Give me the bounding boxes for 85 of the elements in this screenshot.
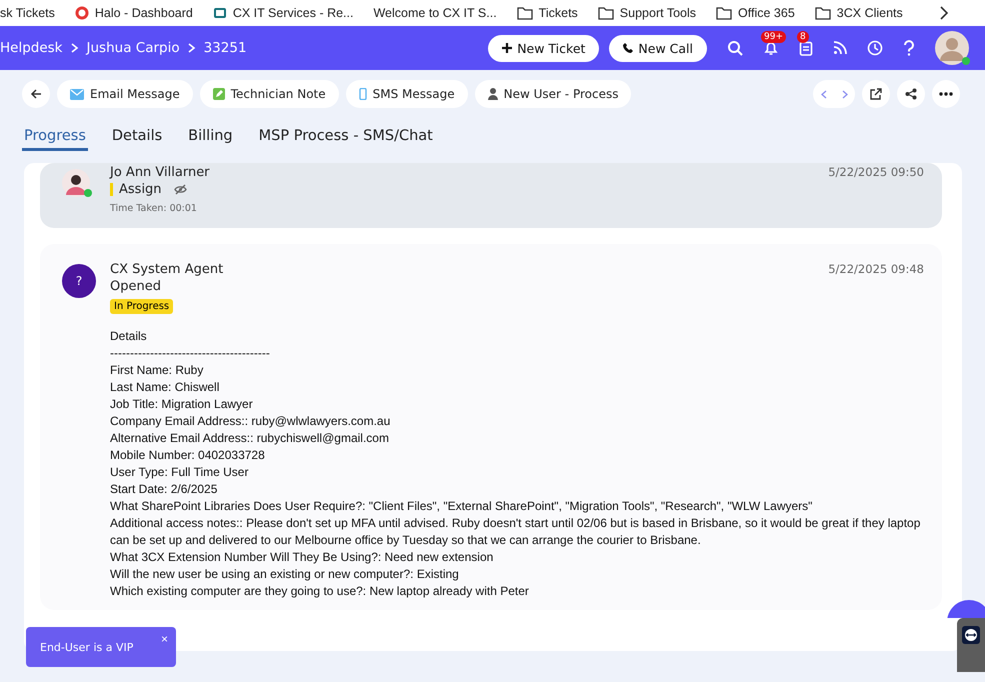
folder-icon xyxy=(716,6,732,20)
help-icon[interactable] xyxy=(903,40,915,56)
action-button[interactable]: SMS Message xyxy=(346,80,468,108)
chevron-right-icon xyxy=(70,43,79,53)
bookmark-link[interactable]: Welcome to CX IT S... xyxy=(373,6,497,20)
app-icon xyxy=(212,6,227,20)
chevron-left-icon xyxy=(820,90,826,98)
new-call-button[interactable]: New Call xyxy=(609,34,707,62)
action-label: Assign xyxy=(119,182,162,197)
action-button[interactable]: New User - Process xyxy=(474,80,632,108)
user-icon xyxy=(488,88,498,100)
bookmark-link[interactable]: Halo - Dashboard xyxy=(94,6,193,20)
chevron-right-icon xyxy=(842,90,848,98)
search-icon[interactable] xyxy=(727,40,743,56)
detail-line: Company Email Address:: ruby@wlwlawyers.com.au xyxy=(110,413,392,430)
author-name: CX System Agent xyxy=(110,262,224,277)
avatar-letter: ? xyxy=(62,264,96,298)
share-button[interactable] xyxy=(897,80,925,108)
detail-line: Job Title: Migration Lawyer xyxy=(110,396,254,413)
remote-icon xyxy=(962,626,980,644)
detail-line: Alternative Email Address:: rubychiswell@gmail.com xyxy=(110,430,390,447)
clock-icon[interactable] xyxy=(867,40,883,56)
rss-icon[interactable] xyxy=(833,41,847,55)
folder-icon xyxy=(516,6,533,20)
share-icon xyxy=(905,88,917,100)
notification-count: 99+ xyxy=(761,31,786,43)
bookmark-link[interactable]: sk Tickets xyxy=(0,6,55,20)
online-dot xyxy=(962,57,970,65)
breadcrumb-link[interactable]: Helpdesk xyxy=(0,40,63,56)
bookmark-link[interactable]: Support Tools xyxy=(620,6,696,20)
detail-line: Details xyxy=(110,328,148,345)
tab[interactable]: MSP Process - SMS/Chat xyxy=(256,128,435,151)
detail-line: What 3CX Extension Number Will They Be Using?: Need new extension xyxy=(110,549,494,566)
ellipsis-icon xyxy=(939,92,953,96)
detail-line: Mobile Number: 0402033728 xyxy=(110,447,266,464)
toast-message: End-User is a VIP xyxy=(40,640,134,654)
action-label: Opened xyxy=(110,279,161,294)
back-arrow-icon xyxy=(30,88,42,100)
bookmark-link[interactable]: Tickets xyxy=(538,6,578,20)
close-button[interactable]: × xyxy=(158,632,170,646)
detail-line: User Type: Full Time User xyxy=(110,464,250,481)
time-taken: Time Taken: 00:01 xyxy=(110,203,198,214)
action-button[interactable]: Technician Note xyxy=(200,80,339,108)
timestamp: 5/22/2025 09:50 xyxy=(828,165,924,181)
detail-line: First Name: Ruby xyxy=(110,362,204,379)
breadcrumb-link[interactable]: 33251 xyxy=(204,40,247,56)
chevron-right-icon[interactable] xyxy=(939,6,949,20)
phone-icon xyxy=(358,88,367,100)
envelope-icon xyxy=(70,88,84,100)
action-button[interactable]: Email Message xyxy=(57,80,193,108)
marker-bar xyxy=(110,183,113,196)
bookmark-link[interactable]: CX IT Services - Re... xyxy=(232,6,354,20)
pencil-icon xyxy=(212,88,225,100)
timestamp: 5/22/2025 09:48 xyxy=(828,262,924,278)
clipboard-icon[interactable] xyxy=(799,40,813,56)
detail-line: What SharePoint Libraries Does User Require?: "Client Files", "External SharePoint", "Migration Tools", "Research", "WLW Lawyers" xyxy=(110,498,814,515)
status-tag: In Progress xyxy=(110,299,174,314)
external-link-button[interactable] xyxy=(862,80,890,108)
author-name: Jo Ann Villarner xyxy=(110,165,210,180)
bell-icon[interactable] xyxy=(763,40,779,56)
bookmark-link[interactable]: 3CX Clients xyxy=(836,6,903,20)
back-button[interactable] xyxy=(22,80,50,108)
tab[interactable]: Details xyxy=(110,128,164,151)
chevron-right-icon xyxy=(188,43,196,53)
phone-icon xyxy=(623,43,634,53)
tab[interactable]: Billing xyxy=(186,128,235,151)
new-ticket-button[interactable]: New Ticket xyxy=(488,34,600,62)
avatar-silhouette[interactable] xyxy=(935,31,969,65)
detail-line: Will the new user be using an existing or new computer?: Existing xyxy=(110,566,460,583)
detail-line: Last Name: Chiswell xyxy=(110,379,220,396)
folder-icon xyxy=(814,6,831,20)
plus-icon xyxy=(502,43,512,53)
folder-icon xyxy=(598,6,614,20)
notification-count: 8 xyxy=(797,31,809,43)
external-link-icon xyxy=(870,88,882,100)
breadcrumb-link[interactable]: Jushua Carpio xyxy=(86,40,180,56)
more-button[interactable] xyxy=(932,80,960,108)
detail-line: Start Date: 2/6/2025 xyxy=(110,481,218,498)
ring-icon xyxy=(74,6,89,20)
detail-line: Additional access notes:: Please don't set up MFA until advised. Ruby doesn't start until 02/06 but is based in Brisbane, so it would be great if they laptop can be set up and delivered to our Melbourne office by Tuesday so that we can arrange the courier to Brisbane. xyxy=(110,515,922,549)
remote-tab[interactable] xyxy=(957,618,985,672)
detail-line: ---------------------------------------- xyxy=(110,345,271,362)
bookmark-link[interactable]: Office 365 xyxy=(738,6,795,20)
tab[interactable]: Progress xyxy=(22,128,88,151)
detail-line: Which existing computer are they going to use?: New laptop already with Peter xyxy=(110,583,530,600)
